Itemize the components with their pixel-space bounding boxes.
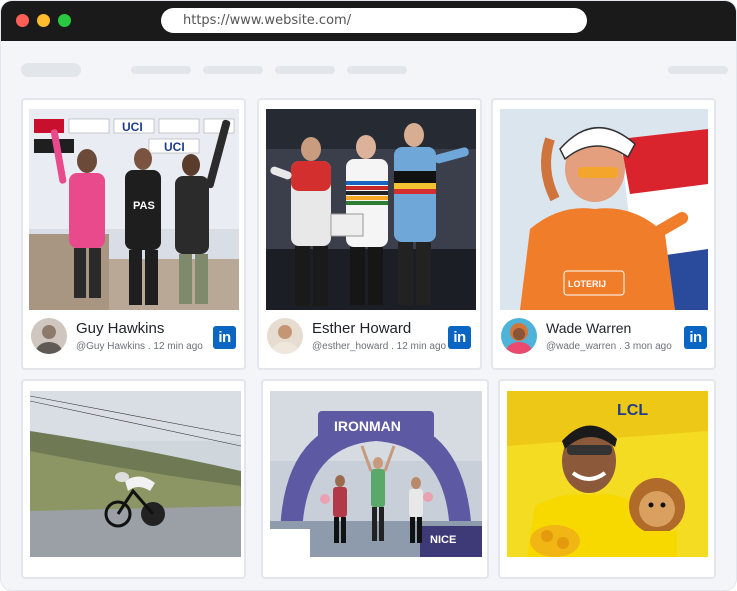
- uci-logo-text: UCI: [122, 120, 143, 134]
- post-card[interactable]: UCI UCI PAS Guy Hawkins @Guy Hawkins . 1…: [21, 98, 246, 370]
- post-card[interactable]: IRONMAN NICE: [261, 379, 489, 579]
- post-card[interactable]: Esther Howard @esther_howard . 12 min ag…: [257, 98, 482, 370]
- jersey-text: PAS: [133, 200, 155, 212]
- uci-logo-text: UCI: [164, 140, 185, 154]
- post-card[interactable]: LOTERIJ Wade Warren @wade_warren . 3 mon…: [491, 98, 716, 370]
- post-photo[interactable]: LOTERIJ: [500, 109, 708, 310]
- address-bar[interactable]: https://www.website.com/: [161, 8, 587, 33]
- banner-text: NICE: [430, 534, 456, 546]
- linkedin-icon[interactable]: in: [684, 326, 707, 349]
- linkedin-icon[interactable]: in: [213, 326, 236, 349]
- nav-item-placeholder[interactable]: [347, 66, 407, 74]
- post-meta: @wade_warren . 3 mon ago: [546, 341, 672, 352]
- author-name[interactable]: Wade Warren: [546, 320, 631, 336]
- author-name[interactable]: Guy Hawkins: [76, 320, 164, 337]
- arch-text: IRONMAN: [334, 418, 401, 434]
- minimize-window-button[interactable]: [37, 14, 50, 27]
- post-meta: @Guy Hawkins . 12 min ago: [76, 341, 203, 352]
- post-card[interactable]: LCL: [498, 379, 716, 579]
- post-photo[interactable]: UCI UCI PAS: [29, 109, 239, 310]
- avatar[interactable]: [31, 318, 67, 354]
- post-author: Wade Warren @wade_warren . 3 mon ago: [501, 318, 701, 358]
- linkedin-icon[interactable]: in: [448, 326, 471, 349]
- post-photo[interactable]: LCL: [507, 391, 708, 557]
- logo-placeholder[interactable]: [21, 63, 81, 77]
- nav-item-placeholder[interactable]: [203, 66, 263, 74]
- post-photo[interactable]: IRONMAN NICE: [270, 391, 482, 557]
- browser-window: https://www.website.com/ UCI UCI PAS Guy…: [0, 0, 737, 591]
- jersey-text: LOTERIJ: [568, 279, 606, 289]
- sponsor-text: LCL: [617, 402, 648, 419]
- site-nav-placeholder: [1, 63, 736, 77]
- post-author: Guy Hawkins @Guy Hawkins . 12 min ago: [31, 318, 231, 358]
- post-photo[interactable]: [266, 109, 476, 310]
- nav-item-placeholder[interactable]: [131, 66, 191, 74]
- post-card[interactable]: [21, 379, 246, 579]
- avatar[interactable]: [267, 318, 303, 354]
- avatar[interactable]: [501, 318, 537, 354]
- post-photo[interactable]: [30, 391, 241, 557]
- browser-titlebar: https://www.website.com/: [1, 1, 736, 41]
- post-meta: @esther_howard . 12 min ago: [312, 341, 447, 352]
- post-author: Esther Howard @esther_howard . 12 min ag…: [267, 318, 467, 358]
- close-window-button[interactable]: [16, 14, 29, 27]
- author-name[interactable]: Esther Howard: [312, 320, 411, 337]
- maximize-window-button[interactable]: [58, 14, 71, 27]
- nav-action-placeholder[interactable]: [668, 66, 728, 74]
- nav-item-placeholder[interactable]: [275, 66, 335, 74]
